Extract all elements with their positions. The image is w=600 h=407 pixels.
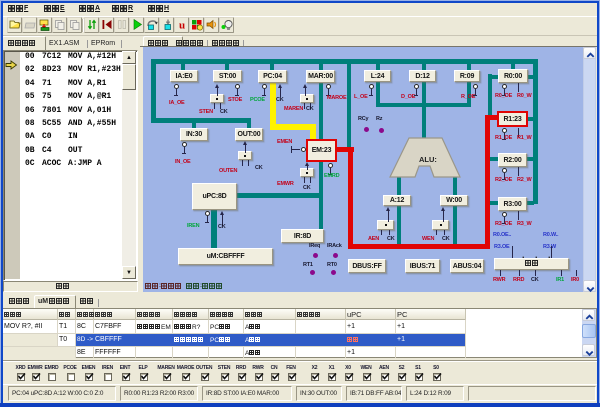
svg-text:u: u: [179, 20, 185, 32]
